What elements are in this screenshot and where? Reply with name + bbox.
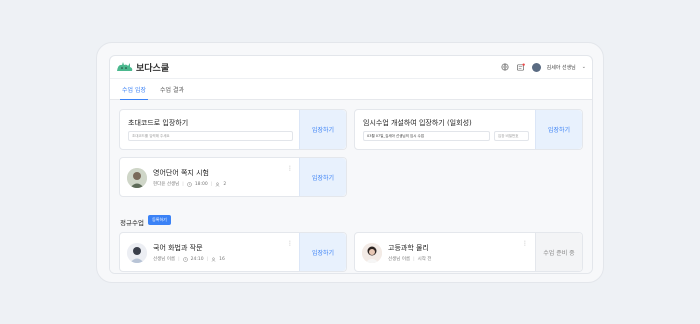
teacher-name: 현다윤 선생님: [153, 182, 180, 187]
invite-code-card: 초대코드로 입장하기 초대코드를 입력해 주세요 입장하기: [119, 109, 347, 150]
app-frame: 보다스쿨 김세아 선생님 ⌄ 수업 입장 수업 결과 초대코드로 입장하기 초대…: [96, 42, 604, 283]
class-meta: 현다윤 선생님 | 18:00 | 2: [153, 181, 227, 188]
class-thumbnail: [362, 243, 382, 263]
register-button[interactable]: 등록하기: [148, 215, 171, 225]
people-icon: [211, 257, 216, 262]
teacher-name: 선생님 이름: [153, 257, 176, 262]
temp-enter-button[interactable]: 입장하기: [535, 110, 582, 149]
people-icon: [215, 182, 220, 187]
class-thumbnail: [127, 243, 147, 263]
class-title: 국어 화법과 작문: [153, 244, 203, 252]
class-enter-button[interactable]: 입장하기: [299, 233, 346, 271]
tab-bar: 수업 입장 수업 결과: [110, 78, 592, 101]
regular-section-title: 정규수업: [120, 219, 144, 227]
user-name[interactable]: 김세아 선생님: [547, 64, 576, 71]
class-status: 시작 전: [417, 257, 432, 262]
student-count: 2: [223, 181, 227, 187]
tab-class-results[interactable]: 수업 결과: [158, 79, 186, 100]
class-meta: 선생님 이름 | 시작 전: [388, 256, 432, 263]
brand-name: 보다스쿨: [136, 63, 170, 74]
more-menu-icon[interactable]: ⋮: [287, 240, 293, 247]
class-thumbnail: [127, 168, 147, 188]
brand-logo[interactable]: 보다스쿨: [116, 61, 169, 74]
clock-icon: [187, 181, 192, 187]
class-card: 고등과학 물리 선생님 이름 | 시작 전 ⋮ 수업 준비 중: [354, 232, 583, 272]
cat-logo-icon: [117, 62, 133, 71]
class-time: 24:10: [190, 256, 204, 262]
clock-icon: [182, 256, 188, 262]
app-window: 보다스쿨 김세아 선생님 ⌄ 수업 입장 수업 결과 초대코드로 입장하기 초대…: [109, 55, 593, 274]
temp-class-password-input[interactable]: 입장 비밀번호: [494, 131, 529, 141]
temp-class-card: 임시수업 개설하여 입장하기 (일회성) 03월 07일_김세아 선생님의 임시…: [354, 109, 583, 150]
teacher-name: 선생님 이름: [388, 257, 411, 262]
invite-code-input[interactable]: 초대코드를 입력해 주세요: [128, 131, 293, 141]
invite-enter-button[interactable]: 입장하기: [299, 110, 346, 149]
avatar[interactable]: [531, 62, 541, 72]
more-menu-icon[interactable]: ⋮: [287, 165, 293, 172]
header: 보다스쿨 김세아 선생님 ⌄: [110, 56, 592, 78]
student-count: 16: [219, 256, 225, 262]
class-time: 18:00: [194, 181, 208, 187]
invite-code-title: 초대코드로 입장하기: [128, 119, 189, 127]
more-menu-icon[interactable]: ⋮: [522, 240, 528, 247]
tab-class-entry[interactable]: 수업 입장: [120, 79, 148, 101]
class-title: 영어단어 쪽지 시험: [153, 169, 209, 177]
chevron-down-icon[interactable]: ⌄: [582, 64, 586, 70]
notification-icon[interactable]: [516, 62, 526, 72]
class-card: 국어 화법과 작문 선생님 이름 | 24:10 | 16 ⋮ 입장하기: [119, 232, 347, 272]
temp-class-name-input[interactable]: 03월 07일_김세아 선생님의 임시 수업: [363, 131, 490, 141]
class-enter-button[interactable]: 입장하기: [299, 158, 346, 196]
class-card: 영어단어 쪽지 시험 현다윤 선생님 | 18:00 | 2 ⋮ 입장하기: [119, 157, 347, 197]
class-title: 고등과학 물리: [388, 244, 429, 252]
main-content: 초대코드로 입장하기 초대코드를 입력해 주세요 입장하기 임시수업 개설하여 …: [110, 100, 592, 273]
class-meta: 선생님 이름 | 24:10 | 16: [153, 256, 225, 263]
class-preparing-button: 수업 준비 중: [535, 233, 582, 271]
temp-class-title: 임시수업 개설하여 입장하기 (일회성): [363, 119, 472, 127]
globe-icon[interactable]: [500, 62, 510, 72]
